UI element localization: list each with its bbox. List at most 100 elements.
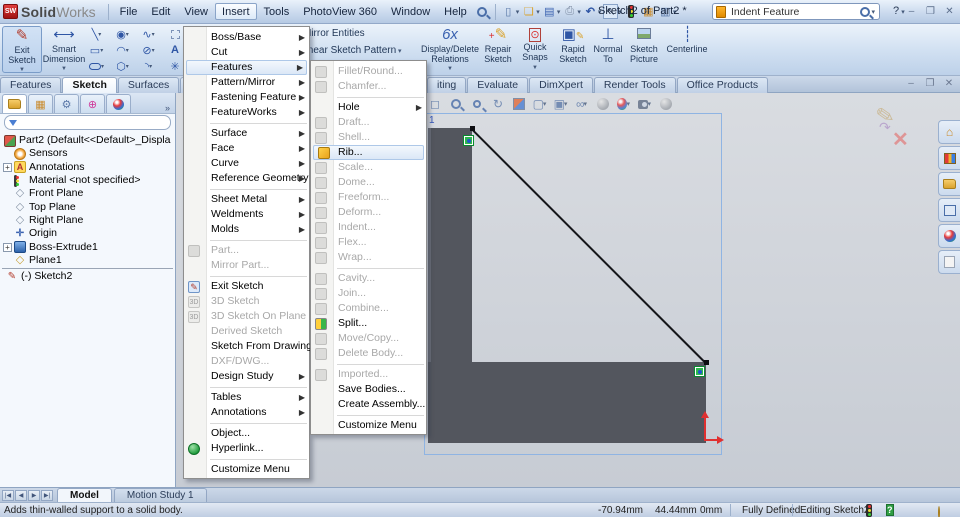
open-dropdown-icon[interactable]: ▾: [536, 8, 540, 16]
tab-office-products[interactable]: Office Products: [676, 77, 769, 93]
display-style-icon[interactable]: ▣ ▾: [554, 97, 568, 111]
ellipse-tool-icon[interactable]: ⊘ ▾: [136, 42, 162, 58]
menu-item-curve[interactable]: Curve ▶: [184, 156, 309, 171]
expand-icon[interactable]: +: [3, 242, 12, 252]
slot-tool-icon[interactable]: ▾: [84, 58, 110, 74]
next-study-icon[interactable]: ▶: [28, 489, 40, 501]
menu-view[interactable]: View: [177, 3, 215, 20]
tree-item-front-plane[interactable]: ◇ Front Plane: [0, 187, 175, 200]
linear-sketch-pattern-button[interactable]: Linear Sketch Pattern ▾: [300, 45, 402, 56]
tree-item-part[interactable]: Part2 (Default<<Default>_Displa: [0, 134, 175, 147]
tab-features[interactable]: Features: [0, 77, 62, 93]
tree-item-origin[interactable]: ✛ Origin: [0, 227, 175, 240]
tree-item-boss-extrude1[interactable]: + Boss-Extrude1: [0, 240, 175, 254]
save-icon[interactable]: ▤: [542, 4, 557, 19]
property-manager-tab[interactable]: ▦: [28, 94, 53, 113]
arc-tool-icon[interactable]: ◠ ▾: [110, 42, 136, 58]
menu-item-pattern-mirror[interactable]: Pattern/Mirror ▶: [184, 75, 309, 90]
camera-icon[interactable]: [659, 97, 673, 111]
rapid-sketch-button[interactable]: ▣✎ Rapid Sketch: [556, 26, 590, 73]
document-minimize-icon[interactable]: –: [904, 77, 918, 90]
search-icon[interactable]: [860, 6, 871, 17]
configuration-manager-tab[interactable]: ⚙: [54, 94, 79, 113]
repair-sketch-button[interactable]: +✎ Repair Sketch: [480, 26, 516, 73]
menu-item-create-assembly[interactable]: Create Assembly...: [311, 397, 426, 412]
display-delete-relations-button[interactable]: 6x Display/Delete Relations ▼: [421, 26, 479, 73]
sketch-vertex-bottom[interactable]: [704, 360, 709, 365]
menu-item-boss-base[interactable]: Boss/Base ▶: [184, 30, 309, 45]
rollback-bar[interactable]: [2, 267, 173, 269]
confirmation-cancel-icon[interactable]: ✕: [892, 127, 909, 152]
tree-item-material[interactable]: Material <not specified>: [0, 174, 175, 187]
tree-item-sketch2[interactable]: ✎ (-) Sketch2: [0, 270, 175, 283]
file-explorer-tab[interactable]: [938, 172, 960, 196]
exit-sketch-button[interactable]: ✎ Exit Sketch ▼: [2, 26, 42, 73]
appearances-tab[interactable]: [938, 224, 960, 248]
panel-tabs-overflow[interactable]: »: [165, 103, 175, 113]
search-dropdown-icon[interactable]: ▾: [871, 8, 875, 16]
section-view-icon[interactable]: [512, 97, 526, 111]
tree-item-annotations[interactable]: + A Annotations: [0, 161, 175, 174]
spline-tool-icon[interactable]: ∿ ▾: [136, 26, 162, 42]
menu-item-hole[interactable]: Hole ▶: [311, 100, 426, 115]
menu-item-sheet-metal[interactable]: Sheet Metal ▶: [184, 192, 309, 207]
open-document-icon[interactable]: ❏: [521, 4, 536, 19]
sketch-vertex-top[interactable]: [470, 126, 475, 131]
menu-item-save-bodies[interactable]: Save Bodies...: [311, 382, 426, 397]
polygon-tool-icon[interactable]: ⬡ ▾: [110, 58, 136, 74]
menu-edit[interactable]: Edit: [144, 3, 177, 20]
menu-item-reference-geometry[interactable]: Reference Geometry ▶: [184, 171, 309, 186]
menu-item-rib[interactable]: Rib...: [313, 145, 424, 160]
search-input-value[interactable]: Indent Feature: [731, 6, 799, 18]
search-toggle-icon[interactable]: [475, 4, 490, 19]
tab-direct-editing[interactable]: iting: [427, 77, 467, 93]
close-icon[interactable]: ✕: [942, 4, 957, 18]
menu-item-hyperlink[interactable]: Hyperlink...: [184, 441, 309, 456]
tab-model[interactable]: Model: [57, 488, 112, 502]
line-tool-icon[interactable]: ╲ ▾: [84, 26, 110, 42]
menu-item-customize-menu[interactable]: Customize Menu: [184, 462, 309, 477]
menu-item-customize-menu[interactable]: Customize Menu: [311, 418, 426, 433]
menu-item-exit-sketch[interactable]: ✎ Exit Sketch: [184, 279, 309, 294]
menu-tools[interactable]: Tools: [257, 3, 297, 20]
centerline-button[interactable]: ┊ Centerline: [664, 26, 710, 73]
design-library-tab[interactable]: [938, 146, 960, 170]
edit-appearance-icon[interactable]: [596, 97, 610, 111]
new-document-icon[interactable]: ▯: [501, 4, 516, 19]
display-manager-tab[interactable]: [106, 94, 131, 113]
menu-item-fastening-feature[interactable]: Fastening Feature ▶: [184, 90, 309, 105]
last-study-icon[interactable]: ▶|: [41, 489, 53, 501]
mirror-entities-button[interactable]: Mirror Entities: [303, 28, 365, 39]
tree-filter-input[interactable]: [4, 115, 171, 130]
menu-item-face[interactable]: Face ▶: [184, 141, 309, 156]
menu-file[interactable]: File: [113, 3, 145, 20]
document-restore-icon[interactable]: ❐: [923, 77, 937, 90]
solidworks-resources-tab[interactable]: ⌂: [938, 120, 960, 144]
restore-icon[interactable]: ❐: [923, 4, 938, 18]
save-dropdown-icon[interactable]: ▾: [557, 8, 561, 16]
smart-dimension-dropdown-icon[interactable]: ▼: [61, 64, 67, 74]
custom-properties-tab[interactable]: [938, 250, 960, 274]
document-close-icon[interactable]: ✕: [942, 77, 956, 90]
zoom-in-out-icon[interactable]: [470, 97, 484, 111]
menu-item-object[interactable]: Object...: [184, 426, 309, 441]
quick-snaps-dropdown-icon[interactable]: ▼: [532, 63, 538, 73]
rotate-view-icon[interactable]: ↻: [491, 97, 505, 111]
previous-study-icon[interactable]: ◀: [15, 489, 27, 501]
view-palette-tab[interactable]: [938, 198, 960, 222]
smart-dimension-button[interactable]: ⟷ Smart Dimension ▼: [43, 26, 86, 74]
tag-icon[interactable]: [938, 506, 940, 517]
zoom-to-area-icon[interactable]: [449, 97, 463, 111]
search-box[interactable]: Indent Feature ▾: [712, 3, 880, 20]
menu-item-design-study[interactable]: Design Study ▶: [184, 369, 309, 384]
hide-show-items-icon[interactable]: ∞ ▾: [575, 97, 589, 111]
tree-item-plane1[interactable]: ◇ Plane1: [0, 254, 175, 267]
menu-item-features[interactable]: Features ▶: [186, 60, 307, 75]
undo-icon[interactable]: ↶: [583, 4, 598, 19]
zoom-to-fit-icon[interactable]: ◻: [428, 97, 442, 111]
tree-item-right-plane[interactable]: ◇ Right Plane: [0, 214, 175, 227]
menu-item-tables[interactable]: Tables ▶: [184, 390, 309, 405]
print-dropdown-icon[interactable]: ▾: [577, 8, 581, 16]
circle-tool-icon[interactable]: ◉ ▾: [110, 26, 136, 42]
tab-evaluate[interactable]: Evaluate: [467, 77, 529, 93]
